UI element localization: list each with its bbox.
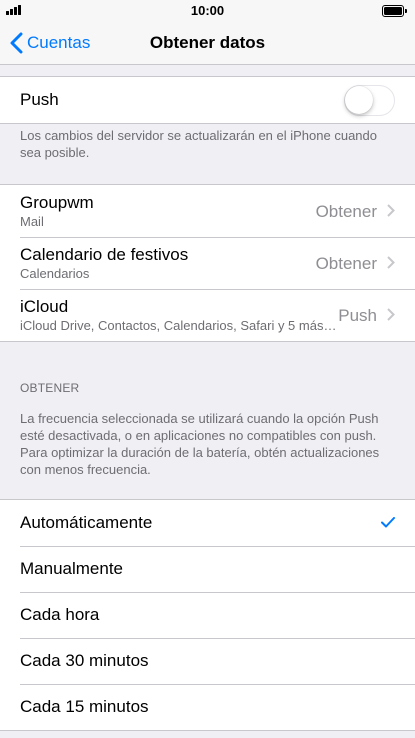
fetch-option-label: Cada 30 minutos: [20, 651, 149, 670]
account-fetch-value: Obtener: [315, 254, 377, 273]
fetch-option-label: Cada hora: [20, 605, 100, 624]
push-row: Push: [0, 77, 415, 123]
chevron-right-icon: [387, 256, 395, 269]
account-subtitle: Calendarios: [20, 266, 90, 281]
account-name: iCloud: [20, 297, 69, 316]
account-fetch-value: Push: [338, 306, 377, 325]
fetch-option-label: Cada 15 minutos: [20, 697, 149, 716]
account-name: Groupwm: [20, 193, 94, 212]
fetch-description: La frecuencia seleccionada se utilizará …: [20, 411, 380, 477]
account-fetch-value: Obtener: [315, 202, 377, 221]
page-title: Obtener datos: [149, 33, 266, 52]
fetch-option-cada-30-minutos[interactable]: Cada 30 minutos: [0, 638, 415, 684]
toggle-knob: [345, 86, 373, 114]
chevron-right-icon: [387, 308, 395, 321]
account-row-calendario-de-festivos[interactable]: Calendario de festivos Calendarios Obten…: [0, 237, 415, 289]
account-row-icloud[interactable]: iCloud iCloud Drive, Contactos, Calendar…: [0, 289, 415, 341]
fetch-options-group: Automáticamente Manualmente Cada hora Ca…: [0, 499, 415, 731]
fetch-option-cada-15-minutos[interactable]: Cada 15 minutos: [0, 684, 415, 730]
fetch-option-manualmente[interactable]: Manualmente: [0, 546, 415, 592]
account-name: Calendario de festivos: [20, 245, 189, 264]
checkmark-icon: [381, 517, 395, 528]
fetch-section-header: OBTENER: [20, 381, 80, 395]
push-label: Push: [20, 90, 59, 109]
status-time: 10:00: [190, 3, 225, 18]
push-toggle[interactable]: [344, 85, 395, 116]
account-subtitle: iCloud Drive, Contactos, Calendarios, Sa…: [20, 318, 337, 333]
fetch-option-automaticamente[interactable]: Automáticamente: [0, 500, 415, 546]
status-bar: 10:00: [0, 0, 415, 22]
account-subtitle: Mail: [20, 214, 44, 229]
account-row-groupwm[interactable]: Groupwm Mail Obtener: [0, 185, 415, 237]
push-group: Push: [0, 76, 415, 124]
push-footnote: Los cambios del servidor se actualizarán…: [20, 128, 377, 160]
fetch-option-label: Automáticamente: [20, 513, 153, 532]
accounts-group: Groupwm Mail Obtener Calendario de festi…: [0, 184, 415, 342]
fetch-option-label: Manualmente: [20, 559, 124, 578]
navigation-bar: Cuentas Obtener datos: [0, 22, 415, 65]
chevron-right-icon: [387, 204, 395, 217]
battery-icon: [382, 5, 407, 17]
fetch-option-cada-hora[interactable]: Cada hora: [0, 592, 415, 638]
